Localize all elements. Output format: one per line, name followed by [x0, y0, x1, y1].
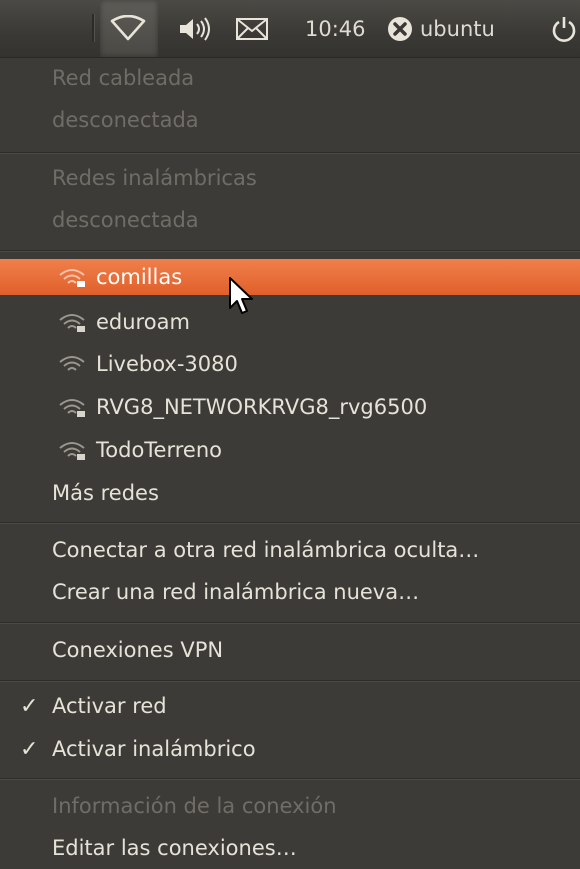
enable-network-toggle[interactable]: ✓ Activar red [0, 686, 580, 726]
power-icon[interactable] [550, 0, 580, 57]
wifi-signal-icon [59, 442, 85, 460]
wired-status: desconectada [0, 100, 580, 140]
network-item-comillas[interactable]: comillas [0, 259, 580, 295]
edit-connections-item[interactable]: Editar las conexiones… [0, 828, 580, 868]
wireless-network-header: Redes inalámbricas [0, 158, 580, 198]
mail-icon[interactable] [236, 0, 276, 57]
check-icon: ✓ [20, 693, 39, 719]
wireless-title: Redes inalámbricas [52, 166, 257, 190]
vpn-connections-item[interactable]: Conexiones VPN [0, 630, 580, 670]
wireless-status-label: desconectada [52, 208, 199, 232]
edit-connections-label: Editar las conexiones… [52, 836, 297, 860]
vpn-label: Conexiones VPN [52, 638, 224, 662]
enable-network-label: Activar red [52, 694, 167, 718]
wired-status-label: desconectada [52, 108, 199, 132]
connect-hidden-network-item[interactable]: Conectar a otra red inalámbrica oculta… [0, 530, 580, 570]
menu-separator [0, 680, 580, 681]
create-new-label: Crear una red inalámbrica nueva… [52, 580, 420, 604]
top-panel: 10:46 ubuntu [0, 0, 580, 58]
menu-separator [0, 152, 580, 153]
network-label: RVG8_NETWORKRVG8_rvg6500 [96, 395, 428, 419]
enable-wireless-label: Activar inalámbrico [52, 737, 256, 761]
network-menu: Red cableada desconectada Redes inalámbr… [0, 58, 580, 869]
network-label: Livebox-3080 [96, 352, 238, 376]
network-label: comillas [96, 265, 183, 289]
user-name[interactable]: ubuntu [420, 0, 495, 57]
connection-info-label: Información de la conexión [52, 794, 337, 818]
menu-separator [0, 778, 580, 779]
more-networks-item[interactable]: Más redes [0, 473, 580, 513]
network-item-rvg8[interactable]: RVG8_NETWORKRVG8_rvg6500 [0, 387, 580, 427]
create-new-network-item[interactable]: Crear una red inalámbrica nueva… [0, 572, 580, 612]
menu-separator [0, 522, 580, 523]
network-label: eduroam [96, 310, 190, 334]
check-icon: ✓ [20, 736, 39, 762]
wired-title: Red cableada [52, 66, 195, 90]
connection-info-item: Información de la conexión [0, 786, 580, 826]
more-networks-label: Más redes [52, 481, 159, 505]
user-status-icon[interactable] [387, 0, 417, 57]
wired-network-header: Red cableada [0, 58, 580, 98]
network-label: TodoTerreno [96, 438, 222, 462]
wifi-indicator-icon[interactable] [110, 0, 150, 57]
panel-separator [92, 14, 94, 42]
clock[interactable]: 10:46 [305, 0, 366, 57]
network-item-eduroam[interactable]: eduroam [0, 302, 580, 342]
wifi-signal-icon [59, 356, 85, 371]
mouse-cursor-icon [229, 277, 253, 314]
wifi-signal-icon [59, 399, 85, 417]
volume-icon[interactable] [178, 0, 218, 57]
connect-hidden-label: Conectar a otra red inalámbrica oculta… [52, 538, 480, 562]
wifi-signal-icon [59, 314, 85, 332]
menu-separator [0, 622, 580, 623]
wifi-signal-icon [59, 269, 85, 287]
network-item-todoterreno[interactable]: TodoTerreno [0, 430, 580, 470]
wireless-status: desconectada [0, 200, 580, 240]
menu-separator [0, 250, 580, 251]
enable-wireless-toggle[interactable]: ✓ Activar inalámbrico [0, 729, 580, 769]
network-item-livebox[interactable]: Livebox-3080 [0, 344, 580, 384]
